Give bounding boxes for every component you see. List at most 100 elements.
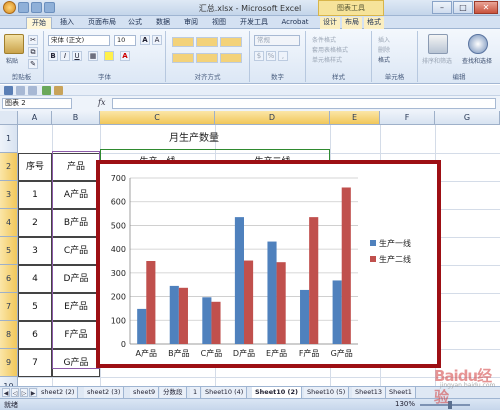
header-cell-index[interactable]: 序号 [18, 153, 52, 181]
font-size-select[interactable]: 10 [114, 35, 136, 46]
column-header-g[interactable]: G [435, 111, 500, 125]
sheet-tab[interactable]: Sheet1 [386, 387, 416, 398]
redo-small-icon[interactable] [28, 86, 37, 95]
copy-icon[interactable]: ⧉ [28, 47, 38, 57]
column-header-f[interactable]: F [380, 111, 435, 125]
row-header-4[interactable]: 4 [0, 209, 18, 237]
open-icon[interactable] [54, 86, 63, 95]
format-cells-button[interactable]: 格式 [378, 55, 390, 64]
index-cell[interactable]: 4 [18, 265, 52, 293]
row-header-9[interactable]: 9 [0, 349, 18, 377]
row-header-8[interactable]: 8 [0, 321, 18, 349]
bold-button[interactable]: B [48, 51, 58, 61]
tab-acrobat[interactable]: Acrobat [278, 17, 312, 29]
sheet-tab[interactable]: 分数段 [160, 387, 187, 398]
sort-filter-label[interactable]: 排序和筛选 [422, 56, 452, 65]
grow-font-button[interactable]: A [140, 35, 150, 45]
percent-icon[interactable]: % [266, 51, 276, 61]
maximize-button[interactable]: □ [453, 1, 473, 14]
sheet-tab[interactable]: Sheet10 (4) [202, 387, 248, 398]
cut-icon[interactable]: ✂ [28, 35, 38, 45]
align-right-icon[interactable] [220, 53, 242, 63]
minimize-button[interactable]: – [432, 1, 452, 14]
border-icon[interactable]: ▦ [88, 51, 98, 61]
select-all-corner[interactable] [0, 111, 18, 125]
print-icon[interactable] [42, 86, 51, 95]
sheet-tab[interactable]: Sheet13 [352, 387, 387, 398]
insert-function-button[interactable]: fx [98, 98, 105, 107]
tab-developer[interactable]: 开发工具 [236, 17, 272, 29]
tab-page-layout[interactable]: 页面布局 [84, 17, 120, 29]
conditional-format-button[interactable]: 条件格式 [312, 35, 336, 44]
index-cell[interactable]: 1 [18, 181, 52, 209]
sheet-tab-active[interactable]: Sheet10 (2) [252, 387, 303, 398]
next-sheet-button[interactable]: ▷ [20, 388, 28, 397]
index-cell[interactable]: 2 [18, 209, 52, 237]
tab-layout[interactable]: 布局 [342, 17, 362, 29]
comma-icon[interactable]: , [278, 51, 288, 61]
find-select-label[interactable]: 查找和选择 [462, 56, 492, 65]
font-family-select[interactable]: 宋体 (正文) [48, 35, 110, 46]
font-color-icon[interactable]: A [120, 51, 130, 61]
sort-filter-icon[interactable] [428, 34, 448, 54]
column-chart[interactable]: 0 100 200 300 400 500 600 700 A产品 B产品 C产品 D产品 E产品 F产… [100, 164, 437, 364]
tab-data[interactable]: 数据 [152, 17, 174, 29]
number-format-select[interactable]: 常规 [254, 35, 300, 46]
index-cell[interactable]: 7 [18, 349, 52, 377]
currency-icon[interactable]: $ [254, 51, 264, 61]
index-cell[interactable]: 3 [18, 237, 52, 265]
tab-home[interactable]: 开始 [26, 17, 52, 29]
tab-design[interactable]: 设计 [320, 17, 340, 29]
name-box[interactable]: 图表 2 [2, 98, 72, 109]
italic-button[interactable]: I [60, 51, 70, 61]
table-format-button[interactable]: 套用表格格式 [312, 45, 348, 54]
column-header-b[interactable]: B [52, 111, 100, 125]
insert-cells-button[interactable]: 插入 [378, 35, 390, 44]
align-center-icon[interactable] [196, 53, 218, 63]
close-button[interactable]: ✕ [474, 1, 498, 14]
index-cell[interactable]: 6 [18, 321, 52, 349]
prev-sheet-button[interactable]: ◁ [11, 388, 19, 397]
tab-view[interactable]: 视图 [208, 17, 230, 29]
sheet-tab[interactable]: 1 [190, 387, 202, 398]
column-header-e[interactable]: E [330, 111, 380, 125]
tab-insert[interactable]: 插入 [56, 17, 78, 29]
embedded-chart[interactable]: 0 100 200 300 400 500 600 700 A产品 B产品 C产品 D产品 E产品 F产… [96, 160, 441, 368]
delete-cells-button[interactable]: 删除 [378, 45, 390, 54]
sheet-tab[interactable]: sheet2 (2) [38, 387, 79, 398]
middle-align-icon[interactable] [196, 37, 218, 47]
first-sheet-button[interactable]: ◀ [2, 388, 10, 397]
row-header-5[interactable]: 5 [0, 237, 18, 265]
top-align-icon[interactable] [172, 37, 194, 47]
tab-review[interactable]: 审阅 [180, 17, 202, 29]
cell-styles-button[interactable]: 单元格样式 [312, 55, 342, 64]
column-header-a[interactable]: A [18, 111, 52, 125]
shrink-font-button[interactable]: A [152, 35, 162, 45]
row-header-3[interactable]: 3 [0, 181, 18, 209]
column-header-c[interactable]: C [100, 111, 215, 125]
sheet-tab[interactable]: sheet2 (3) [84, 387, 125, 398]
row-header-7[interactable]: 7 [0, 293, 18, 321]
align-left-icon[interactable] [172, 53, 194, 63]
underline-button[interactable]: U [72, 51, 82, 61]
styles-group-label: 样式 [332, 73, 345, 81]
undo-small-icon[interactable] [16, 86, 25, 95]
row-header-2[interactable]: 2 [0, 153, 18, 181]
row-header-6[interactable]: 6 [0, 265, 18, 293]
tab-format[interactable]: 格式 [364, 17, 384, 29]
index-cell[interactable]: 5 [18, 293, 52, 321]
tab-formulas[interactable]: 公式 [124, 17, 146, 29]
zoom-level[interactable]: 130% [395, 400, 415, 408]
bottom-align-icon[interactable] [220, 37, 242, 47]
format-painter-icon[interactable]: ✎ [28, 59, 38, 69]
column-header-d[interactable]: D [215, 111, 330, 125]
last-sheet-button[interactable]: ▶ [29, 388, 37, 397]
fill-color-icon[interactable] [104, 51, 114, 61]
sheet-tab[interactable]: Sheet10 (5) [304, 387, 350, 398]
row-header-1[interactable]: 1 [0, 125, 18, 153]
save-small-icon[interactable] [4, 86, 13, 95]
formula-input[interactable] [112, 98, 496, 109]
sheet-tab[interactable]: sheet9 [130, 387, 160, 398]
find-select-icon[interactable] [468, 34, 488, 54]
paste-icon[interactable] [4, 34, 24, 54]
